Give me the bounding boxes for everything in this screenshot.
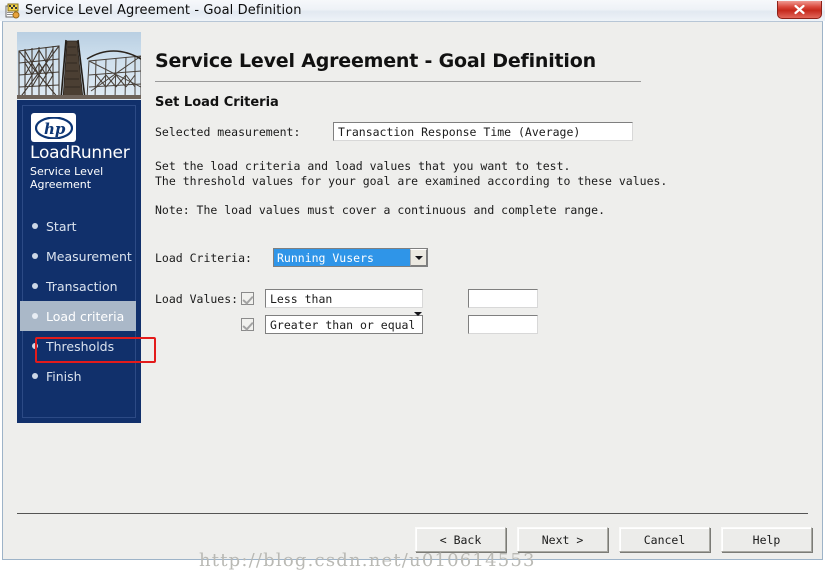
sidebar-item-start[interactable]: Start: [18, 211, 140, 241]
load-value-operator-2[interactable]: Greater than or equal t: [265, 312, 423, 334]
page-title: Service Level Agreement - Goal Definitio…: [155, 50, 596, 72]
sidebar-item-label: Transaction: [46, 278, 118, 294]
load-value-operator-2-text: Greater than or equal t: [270, 317, 414, 332]
watermark-text: http://blog.csdn.net/u010614553: [199, 550, 536, 571]
close-icon: [794, 4, 805, 15]
section-subtitle: Set Load Criteria: [155, 95, 279, 110]
wizard-step-list: Start Measurement Transaction Load crite…: [18, 211, 140, 391]
selected-measurement-label: Selected measurement:: [155, 125, 301, 139]
chevron-down-icon[interactable]: [410, 249, 427, 266]
chevron-down-glyph: [414, 312, 422, 333]
brand-name: LoadRunner: [30, 143, 130, 163]
chevron-down-icon[interactable]: [414, 312, 422, 333]
instructions-text: Set the load criteria and load values th…: [155, 159, 805, 218]
brand-block: LoadRunner Service Level Agreement: [30, 143, 140, 191]
sidebar-item-label: Load criteria: [46, 308, 125, 324]
load-values-label: Load Values:: [155, 292, 239, 306]
load-value-input-1[interactable]: [468, 289, 538, 308]
window-title: Service Level Agreement - Goal Definitio…: [25, 3, 302, 18]
load-value-checkbox-2[interactable]: [241, 318, 254, 331]
title-divider: [155, 81, 641, 82]
instructions-note: Note: The load values must cover a conti…: [155, 203, 606, 217]
load-criteria-select[interactable]: Running Vusers: [273, 248, 428, 267]
load-value-row-2: Greater than or equal t: [241, 312, 538, 334]
load-criteria-value: Running Vusers: [274, 249, 410, 266]
next-button[interactable]: Next >: [517, 527, 608, 552]
load-values-list: Less than Greater than or equal t: [241, 289, 538, 334]
sidebar-item-thresholds[interactable]: Thresholds: [18, 331, 140, 361]
load-value-operator-1[interactable]: Less than: [265, 289, 423, 308]
load-value-checkbox-1[interactable]: [241, 292, 254, 305]
sidebar-item-label: Finish: [46, 368, 82, 384]
selected-measurement-field: Transaction Response Time (Average): [333, 122, 633, 141]
back-button[interactable]: < Back: [415, 527, 506, 552]
chevron-down-glyph: [414, 255, 423, 260]
sidebar-item-transaction[interactable]: Transaction: [18, 271, 140, 301]
wizard-sidebar: hp LoadRunner Service Level Agreement Sta…: [17, 100, 141, 423]
title-bar: Service Level Agreement - Goal Definitio…: [0, 0, 825, 21]
brand-subtitle: Service Level Agreement: [30, 165, 104, 191]
bullet-icon: [32, 223, 38, 229]
svg-text:hp: hp: [44, 120, 66, 138]
sidebar-item-label: Start: [46, 218, 77, 234]
bullet-icon: [32, 253, 38, 259]
load-criteria-row: Load Criteria: Running Vusers: [155, 248, 805, 267]
hp-logo-icon: hp: [34, 116, 73, 139]
bullet-icon: [32, 283, 38, 289]
bullet-icon: [32, 313, 38, 319]
load-criteria-label: Load Criteria:: [155, 250, 252, 265]
cancel-button[interactable]: Cancel: [619, 527, 710, 552]
left-column: hp LoadRunner Service Level Agreement Sta…: [17, 32, 156, 423]
hp-logo: hp: [31, 113, 76, 142]
bullet-icon: [32, 373, 38, 379]
footer-divider: [17, 513, 808, 514]
selected-measurement-row: Selected measurement: Transaction Respon…: [155, 122, 805, 141]
sidebar-item-label: Measurement: [46, 248, 132, 264]
load-value-row-1: Less than: [241, 289, 538, 308]
close-button[interactable]: [777, 1, 822, 19]
application-window: Service Level Agreement - Goal Definitio…: [0, 0, 825, 571]
sidebar-item-load-criteria[interactable]: Load criteria: [20, 301, 136, 331]
sidebar-item-finish[interactable]: Finish: [18, 361, 140, 391]
window-controls: [777, 1, 822, 19]
load-values-row: Load Values: Less than Greater than or e…: [155, 289, 805, 334]
sla-wizard-icon: [4, 3, 20, 19]
main-panel: Service Level Agreement - Goal Definitio…: [155, 30, 805, 334]
sidebar-item-measurement[interactable]: Measurement: [18, 241, 140, 271]
roller-coaster-photo: [17, 32, 141, 100]
photo-coaster-structure: [17, 40, 141, 100]
instructions-line-1: Set the load criteria and load values th…: [155, 159, 571, 173]
help-button[interactable]: Help: [721, 527, 812, 552]
load-value-input-2[interactable]: [468, 315, 538, 334]
instructions-line-2: The threshold values for your goal are e…: [155, 174, 668, 188]
client-area: hp LoadRunner Service Level Agreement Sta…: [2, 21, 823, 571]
sidebar-item-label: Thresholds: [46, 338, 115, 354]
bullet-icon: [32, 343, 38, 349]
wizard-footer: < Back Next > Cancel Help: [415, 527, 812, 552]
